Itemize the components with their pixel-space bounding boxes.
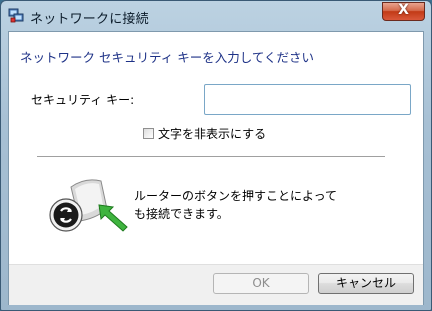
hide-characters-option[interactable]: 文字を非表示にする — [143, 125, 266, 141]
security-key-input[interactable] — [204, 84, 411, 115]
router-wps-icon — [49, 179, 128, 232]
wps-text-line-1: ルーターのボタンを押すことによって — [134, 189, 338, 203]
cancel-button[interactable]: キャンセル — [318, 273, 414, 294]
hide-characters-checkbox[interactable] — [143, 127, 154, 139]
security-key-label: セキュリティ キー: — [31, 93, 135, 107]
wps-text-line-2: も接続できます。 — [134, 207, 229, 221]
dialog-content: ネットワーク セキュリティ キーを入力してください セキュリティ キー: 文字を… — [8, 31, 424, 305]
network-connect-dialog: ネットワークに接続 X ネットワーク セキュリティ キーを入力してください セキ… — [0, 0, 432, 311]
hide-characters-label[interactable]: 文字を非表示にする — [158, 125, 266, 142]
wps-instruction: ルーターのボタンを押すことによって も接続できます。 — [134, 187, 337, 223]
ok-button[interactable]: OK — [213, 273, 309, 294]
close-icon: X — [398, 2, 409, 18]
dialog-heading: ネットワーク セキュリティ キーを入力してください — [20, 50, 314, 65]
network-icon — [8, 8, 24, 23]
close-button[interactable]: X — [382, 2, 425, 21]
window-title: ネットワークに接続 — [30, 12, 149, 27]
separator — [37, 156, 385, 157]
title-bar[interactable]: ネットワークに接続 X — [1, 1, 431, 31]
